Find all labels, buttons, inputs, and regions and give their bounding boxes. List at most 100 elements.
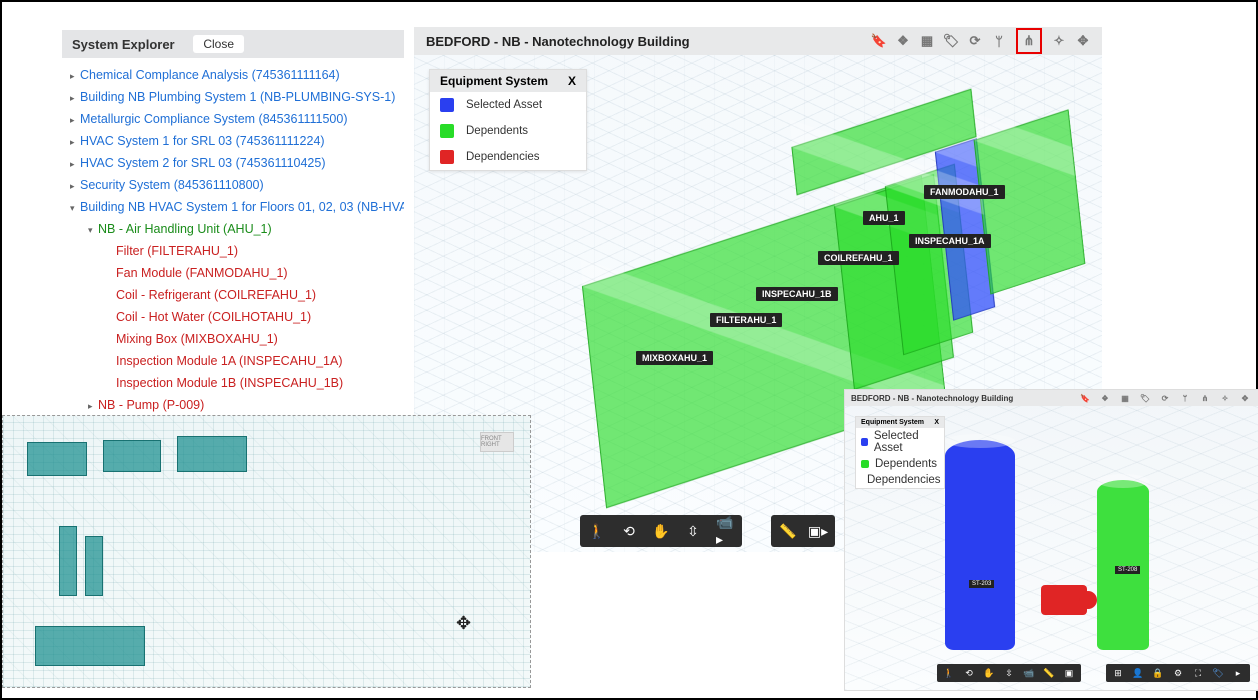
caret-icon[interactable]: ▾	[70, 201, 80, 215]
tag-ahu[interactable]: AHU_1	[863, 211, 905, 225]
mini-ruler-icon[interactable]: 📏	[1043, 667, 1055, 679]
mini-settings-icon[interactable]: ⚙	[1172, 667, 1184, 679]
mini-tag-tool-icon[interactable]: 🏷	[1212, 667, 1224, 679]
tree-item[interactable]: Coil - Hot Water (COILHOTAHU_1)	[70, 306, 404, 328]
caret-icon[interactable]: ▸	[70, 113, 80, 127]
tree-item-label[interactable]: Metallurgic Compliance System (845361111…	[80, 112, 348, 126]
tree-item[interactable]: ▸Building NB Plumbing System 1 (NB-PLUMB…	[70, 86, 404, 108]
caret-icon[interactable]: ▾	[88, 223, 98, 237]
tag-mixbox[interactable]: MIXBOXAHU_1	[636, 351, 713, 365]
bookmark-icon[interactable]: 🔖	[872, 34, 886, 48]
red-pump[interactable]	[1041, 585, 1087, 615]
tree-item-label[interactable]: Coil - Refrigerant (COILREFAHU_1)	[116, 288, 316, 302]
mini-tag-right[interactable]: ST-208	[1115, 566, 1140, 574]
tree-item[interactable]: Filter (FILTERAHU_1)	[70, 240, 404, 262]
mini-expand-icon[interactable]: ⛶	[1192, 667, 1204, 679]
grid-icon[interactable]: ▦	[920, 34, 934, 48]
tree-item[interactable]: ▸Security System (845361110800)	[70, 174, 404, 196]
mini-tag-icon[interactable]: 🏷	[1138, 391, 1152, 405]
box-icon[interactable]: ▣▸	[809, 522, 827, 540]
mini-chevron-icon[interactable]: ▸	[1232, 667, 1244, 679]
mini-lock-icon[interactable]: 🔒	[1152, 667, 1164, 679]
tree-item[interactable]: Fan Module (FANMODAHU_1)	[70, 262, 404, 284]
tree-item-label[interactable]: Mixing Box (MIXBOXAHU_1)	[116, 332, 278, 346]
viewcube[interactable]: FRONT RIGHT	[480, 432, 514, 452]
tree-item-label[interactable]: Inspection Module 1B (INSPECAHU_1B)	[116, 376, 343, 390]
mini-person-icon[interactable]: 👤	[1132, 667, 1144, 679]
updown-icon[interactable]: ⇳	[684, 522, 702, 540]
mini-3d-viewer[interactable]: BEDFORD - NB - Nanotechnology Building 🔖…	[845, 390, 1258, 690]
refresh-icon[interactable]: ⟳	[968, 34, 982, 48]
caret-icon[interactable]: ▸	[88, 399, 98, 413]
tree-item[interactable]: Inspection Module 1A (INSPECAHU_1A)	[70, 350, 404, 372]
mini-orbit-icon[interactable]: ⟲	[963, 667, 975, 679]
mini-sparkle-icon[interactable]: ✧	[1218, 391, 1232, 405]
branch-icon[interactable]: ᛘ	[992, 34, 1006, 48]
pan-icon[interactable]: ✋	[652, 522, 670, 540]
green-cylinder[interactable]	[1097, 480, 1149, 650]
tree-item[interactable]: ▾NB - Air Handling Unit (AHU_1)	[70, 218, 404, 240]
tree-item[interactable]: Mixing Box (MIXBOXAHU_1)	[70, 328, 404, 350]
tree-item-label[interactable]: Coil - Hot Water (COILHOTAHU_1)	[116, 310, 311, 324]
mini-title: BEDFORD - NB - Nanotechnology Building	[851, 394, 1013, 403]
tag-fanmod[interactable]: FANMODAHU_1	[924, 185, 1005, 199]
mini-walk-icon[interactable]: 🚶	[943, 667, 955, 679]
walk-icon[interactable]: 🚶	[588, 522, 606, 540]
mini-bookmark-icon[interactable]: 🔖	[1078, 391, 1092, 405]
mini-display-icon[interactable]: ⊞	[1112, 667, 1124, 679]
tree-item[interactable]: ▸NB - Pump (P-009)	[70, 394, 404, 415]
mini-refresh-icon[interactable]: ⟳	[1158, 391, 1172, 405]
mini-updown-icon[interactable]: ⇳	[1003, 667, 1015, 679]
mini-legend-close[interactable]: X	[934, 419, 939, 426]
tree-item-label[interactable]: NB - Air Handling Unit (AHU_1)	[98, 222, 272, 236]
ruler-icon[interactable]: 📏	[779, 522, 797, 540]
orbit-icon[interactable]: ⟲	[620, 522, 638, 540]
mini-camera-icon[interactable]: 📹	[1023, 667, 1035, 679]
tree-item[interactable]: ▸Chemical Complance Analysis (7453611111…	[70, 64, 404, 86]
tree-item[interactable]: ▸HVAC System 1 for SRL 03 (745361111224)	[70, 130, 404, 152]
tree-item-label[interactable]: Inspection Module 1A (INSPECAHU_1A)	[116, 354, 343, 368]
mini-box-icon[interactable]: ▣	[1063, 667, 1075, 679]
mini-network-icon[interactable]: ⋔	[1198, 391, 1212, 405]
tree-item[interactable]: ▾Building NB HVAC System 1 for Floors 01…	[70, 196, 404, 218]
move-icon[interactable]: ✥	[1076, 34, 1090, 48]
legend-label: Dependents	[466, 125, 528, 137]
mini-pan-icon[interactable]: ✋	[983, 667, 995, 679]
caret-icon[interactable]: ▸	[70, 69, 80, 83]
tree-item[interactable]: ▸HVAC System 2 for SRL 03 (745361110425)	[70, 152, 404, 174]
close-button[interactable]: Close	[193, 35, 244, 53]
mini-tag-left[interactable]: ST-203	[969, 580, 994, 588]
wireframe-inset-view[interactable]: FRONT RIGHT	[2, 415, 531, 688]
tree-item-label[interactable]: Security System (845361110800)	[80, 178, 264, 192]
caret-icon[interactable]: ▸	[70, 91, 80, 105]
tree-item[interactable]: Coil - Refrigerant (COILREFAHU_1)	[70, 284, 404, 306]
tree-item-label[interactable]: Filter (FILTERAHU_1)	[116, 244, 238, 258]
tag-inspecB[interactable]: INSPECAHU_1B	[756, 287, 838, 301]
tree-item-label[interactable]: Fan Module (FANMODAHU_1)	[116, 266, 288, 280]
layers-icon[interactable]: ❖	[896, 34, 910, 48]
tag-coilref[interactable]: COILREFAHU_1	[818, 251, 899, 265]
tree-item-label[interactable]: HVAC System 1 for SRL 03 (745361111224)	[80, 134, 325, 148]
caret-icon[interactable]: ▸	[70, 135, 80, 149]
tag-inspecA[interactable]: INSPECAHU_1A	[909, 234, 991, 248]
sparkle-icon[interactable]: ✧	[1052, 34, 1066, 48]
tag-filter[interactable]: FILTERAHU_1	[710, 313, 782, 327]
tree-item-label[interactable]: HVAC System 2 for SRL 03 (745361110425)	[80, 156, 326, 170]
tree-item[interactable]: Inspection Module 1B (INSPECAHU_1B)	[70, 372, 404, 394]
network-icon[interactable]: ⋔	[1016, 28, 1042, 54]
caret-icon[interactable]: ▸	[70, 157, 80, 171]
tag-icon[interactable]: 🏷	[944, 34, 958, 48]
mini-branch-icon[interactable]: ᛘ	[1178, 391, 1192, 405]
camera-icon[interactable]: 📹▸	[716, 522, 734, 540]
tree-item-label[interactable]: Building NB Plumbing System 1 (NB-PLUMBI…	[80, 90, 395, 104]
tree-item-label[interactable]: Chemical Complance Analysis (74536111116…	[80, 68, 340, 82]
tree-item[interactable]: ▸Metallurgic Compliance System (84536111…	[70, 108, 404, 130]
tree-item-label[interactable]: NB - Pump (P-009)	[98, 398, 204, 412]
mini-grid-icon[interactable]: ▦	[1118, 391, 1132, 405]
legend-close[interactable]: X	[568, 74, 576, 88]
mini-layers-icon[interactable]: ❖	[1098, 391, 1112, 405]
caret-icon[interactable]: ▸	[70, 179, 80, 193]
blue-cylinder[interactable]	[945, 440, 1015, 650]
mini-move-icon[interactable]: ✥	[1238, 391, 1252, 405]
tree-item-label[interactable]: Building NB HVAC System 1 for Floors 01,…	[80, 200, 404, 214]
